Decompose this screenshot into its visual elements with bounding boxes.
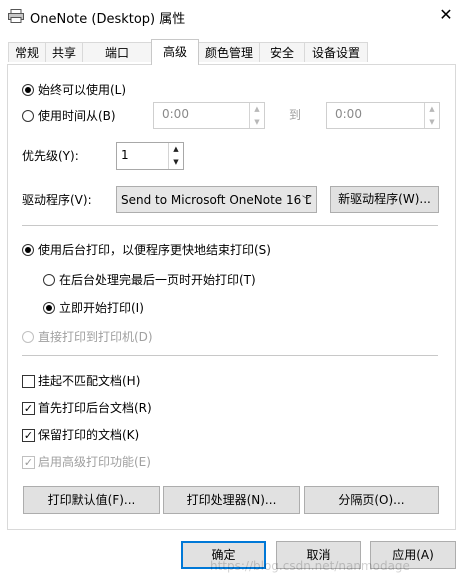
spin-up-icon[interactable]: ▲ xyxy=(169,143,183,156)
driver-select-value: Send to Microsoft OneNote 16 Driver xyxy=(121,193,311,207)
tab-advanced[interactable]: 高级 xyxy=(151,39,199,65)
hold-mismatched-label: 挂起不匹配文档(H) xyxy=(38,374,141,388)
always-available-label: 始终可以使用(L) xyxy=(38,83,127,97)
priority-value: 1 xyxy=(121,148,129,162)
close-icon[interactable]: ✕ xyxy=(435,4,457,26)
keep-printed-checkbox[interactable]: ✓ xyxy=(22,429,35,442)
tab-device-settings[interactable]: 设备设置 xyxy=(304,42,368,62)
tab-general[interactable]: 常规 xyxy=(8,42,46,62)
watermark: https://blog.csdn.net/nanmodage xyxy=(210,559,410,573)
print-direct-label: 直接打印到打印机(D) xyxy=(38,330,153,344)
start-after-last-page-radio[interactable] xyxy=(43,274,55,286)
hold-mismatched-checkbox[interactable] xyxy=(22,375,35,388)
spool-radio[interactable] xyxy=(22,244,34,256)
driver-select[interactable]: Send to Microsoft OneNote 16 Driver ﹀ xyxy=(116,186,317,213)
from-time-value: 0:00 xyxy=(162,107,189,121)
spin-up-icon[interactable]: ▲ xyxy=(425,103,439,116)
new-driver-button[interactable]: 新驱动程序(W)... xyxy=(330,186,439,213)
print-spooled-first-label: 首先打印后台文档(R) xyxy=(38,401,152,415)
always-available-radio[interactable] xyxy=(22,84,34,96)
start-immediately-label: 立即开始打印(I) xyxy=(59,301,144,315)
available-from-radio[interactable] xyxy=(22,110,34,122)
to-time-stepper[interactable]: 0:00 ▲ ▼ xyxy=(326,102,440,129)
to-label: 到 xyxy=(289,108,302,122)
print-processor-button[interactable]: 打印处理器(N)... xyxy=(163,486,300,514)
spool-label: 使用后台打印，以便程序更快地结束打印(S) xyxy=(38,243,271,257)
spin-down-icon[interactable]: ▼ xyxy=(169,156,183,169)
enable-advanced-checkbox[interactable]: ✓ xyxy=(22,456,35,469)
driver-label: 驱动程序(V): xyxy=(22,193,92,207)
window-title: OneNote (Desktop) 属性 xyxy=(30,12,186,27)
from-time-stepper[interactable]: 0:00 ▲ ▼ xyxy=(153,102,265,129)
tab-ports[interactable]: 端口 xyxy=(82,42,152,62)
spin-down-icon[interactable]: ▼ xyxy=(250,116,264,129)
separator-page-button[interactable]: 分隔页(O)... xyxy=(304,486,439,514)
start-immediately-radio[interactable] xyxy=(43,302,55,314)
tab-security[interactable]: 安全 xyxy=(259,42,305,62)
to-time-value: 0:00 xyxy=(335,107,362,121)
print-direct-radio[interactable] xyxy=(22,331,34,343)
title-bar: OneNote (Desktop) 属性 ✕ xyxy=(0,0,465,32)
tab-color-management[interactable]: 颜色管理 xyxy=(198,42,260,62)
separator xyxy=(22,355,438,356)
separator xyxy=(22,225,438,226)
keep-printed-label: 保留打印的文档(K) xyxy=(38,428,140,442)
printer-icon xyxy=(8,9,24,23)
chevron-down-icon: ﹀ xyxy=(302,196,312,207)
enable-advanced-label: 启用高级打印功能(E) xyxy=(38,455,151,469)
start-after-last-page-label: 在后台处理完最后一页时开始打印(T) xyxy=(59,273,256,287)
priority-label: 优先级(Y): xyxy=(22,149,79,163)
available-from-label: 使用时间从(B) xyxy=(38,109,116,123)
tab-sharing[interactable]: 共享 xyxy=(45,42,83,62)
spin-up-icon[interactable]: ▲ xyxy=(250,103,264,116)
priority-stepper[interactable]: 1 ▲ ▼ xyxy=(116,142,184,170)
print-spooled-first-checkbox[interactable]: ✓ xyxy=(22,402,35,415)
spin-down-icon[interactable]: ▼ xyxy=(425,116,439,129)
printing-defaults-button[interactable]: 打印默认值(F)... xyxy=(23,486,160,514)
